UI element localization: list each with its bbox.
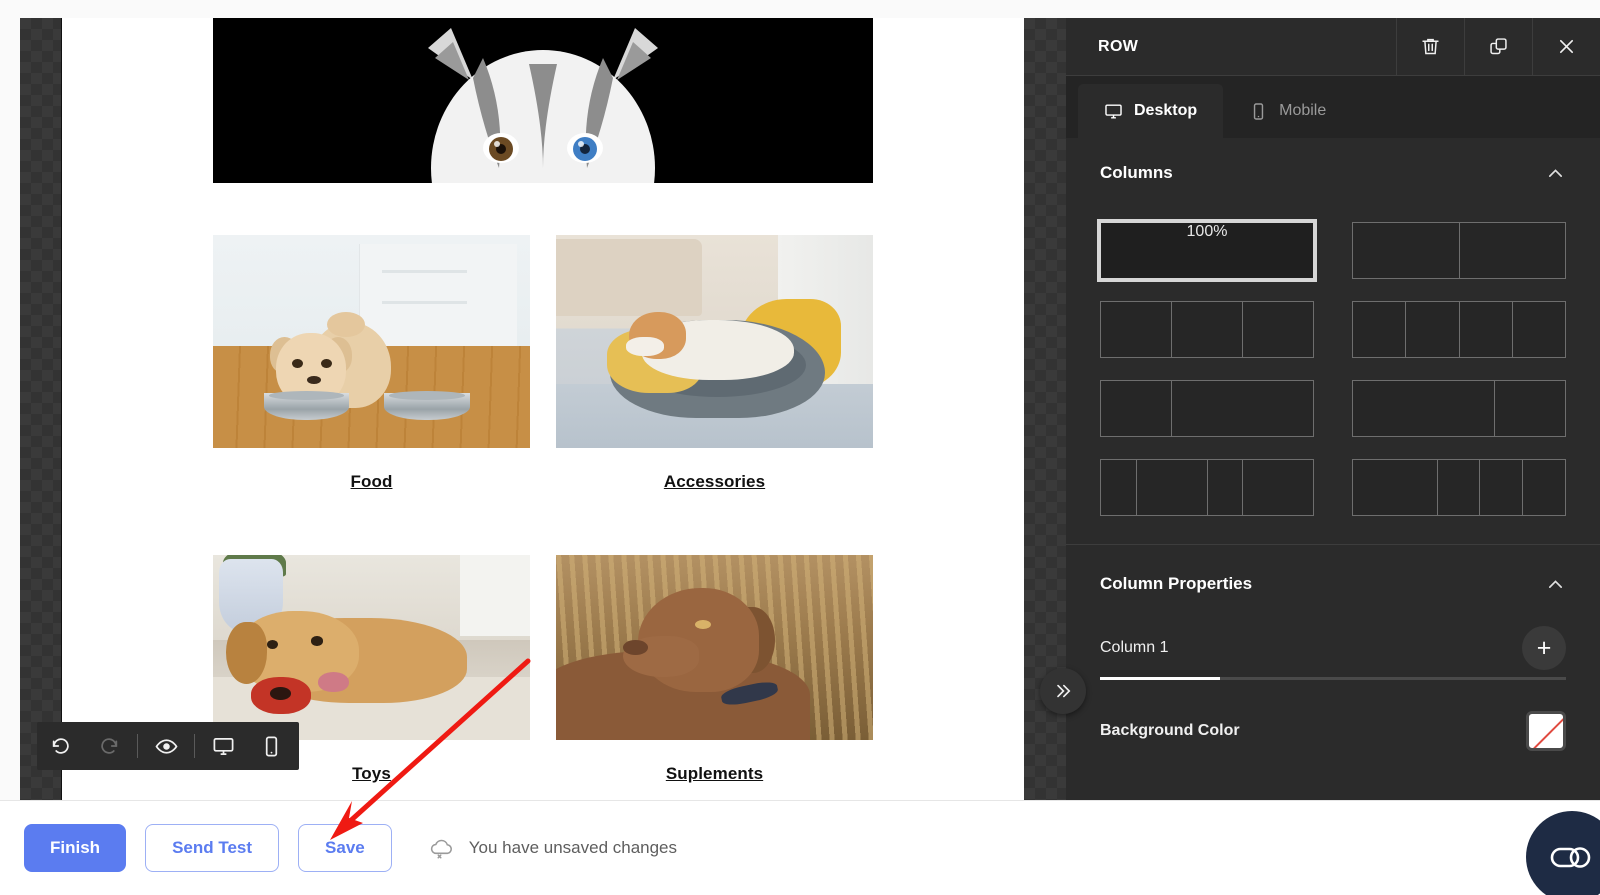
- tab-desktop[interactable]: Desktop: [1078, 84, 1224, 138]
- panel-tabs: Desktop Mobile: [1066, 76, 1600, 138]
- chevron-up-icon[interactable]: [1545, 574, 1566, 595]
- mobile-icon: [1253, 102, 1264, 120]
- editor-canvas: Food Accessories Toys Suplements: [0, 0, 1024, 800]
- column-option-four-col[interactable]: [1352, 301, 1566, 358]
- toolbar-divider-2: [194, 734, 195, 758]
- column-option-large-small-small-small[interactable]: [1352, 459, 1566, 516]
- category-label-food[interactable]: Food: [213, 472, 530, 492]
- duplicate-row-button[interactable]: [1464, 18, 1532, 75]
- redo-icon: [101, 738, 118, 754]
- column-tab-row: Column 1 +: [1100, 619, 1566, 677]
- column-option-two-thirds-one-third[interactable]: [1352, 380, 1566, 437]
- trash-icon: [1422, 38, 1439, 55]
- send-test-button[interactable]: Send Test: [145, 824, 280, 872]
- toolbar-divider-1: [137, 734, 138, 758]
- cloud-off-icon: [430, 839, 452, 859]
- category-image-accessories[interactable]: [556, 235, 873, 448]
- column-option-small-large-small-large[interactable]: [1100, 459, 1314, 516]
- column-option-one-col[interactable]: 100%: [1097, 219, 1317, 282]
- column-properties-title: Column Properties: [1100, 574, 1253, 593]
- desktop-icon: [213, 737, 233, 755]
- chevron-up-icon[interactable]: [1545, 163, 1566, 184]
- category-label-suplements[interactable]: Suplements: [556, 764, 873, 784]
- plus-icon: +: [1536, 633, 1552, 662]
- panel-header: ROW: [1066, 18, 1600, 76]
- save-status-text: You have unsaved changes: [468, 838, 678, 857]
- undo-icon: [52, 738, 69, 754]
- mobile-view-button[interactable]: [247, 722, 295, 770]
- category-cell-accessories: Accessories: [556, 235, 873, 492]
- duplicate-icon: [1490, 38, 1507, 55]
- save-button[interactable]: Save: [298, 824, 392, 872]
- desktop-icon: [1105, 103, 1122, 119]
- tab-desktop-label: Desktop: [1134, 102, 1198, 119]
- column-layout-options: 100%: [1097, 208, 1566, 544]
- tab-mobile[interactable]: Mobile: [1223, 84, 1352, 138]
- close-panel-button[interactable]: [1532, 18, 1600, 75]
- panel-title: ROW: [1098, 37, 1139, 55]
- bottom-action-bar: Finish Send Test Save You have unsaved c…: [0, 800, 1600, 895]
- banner-image[interactable]: [213, 18, 873, 183]
- chat-support-widget[interactable]: [1526, 811, 1600, 895]
- email-page: Food Accessories Toys Suplements: [62, 18, 1024, 800]
- background-color-label: Background Color: [1100, 722, 1240, 739]
- background-color-row: Background Color: [1100, 698, 1566, 764]
- column-tab-underline: [1100, 677, 1566, 680]
- undo-button[interactable]: [37, 722, 85, 770]
- column-option-label: 100%: [1186, 223, 1228, 240]
- collapse-sidebar-button[interactable]: [1040, 668, 1086, 714]
- background-color-swatch[interactable]: [1526, 711, 1566, 751]
- email-builder-app: Food Accessories Toys Suplements ROW Des…: [0, 0, 1600, 895]
- category-label-accessories[interactable]: Accessories: [556, 472, 873, 492]
- canvas-transparency-strip: [20, 18, 62, 800]
- columns-section-title: Columns: [1100, 163, 1173, 182]
- category-cell-food: Food: [213, 235, 530, 492]
- husky-illustration: [333, 18, 753, 183]
- chevron-double-right-icon: [1057, 684, 1071, 698]
- save-status: You have unsaved changes: [429, 836, 677, 860]
- finish-button[interactable]: Finish: [24, 824, 127, 872]
- canvas-floating-toolbar: [37, 722, 299, 770]
- column-option-two-col[interactable]: [1352, 222, 1566, 279]
- row-settings-panel: ROW Desktop Mobile Columns 100% Column P…: [1024, 18, 1600, 800]
- desktop-view-button[interactable]: [199, 722, 247, 770]
- eye-icon: [155, 738, 177, 754]
- columns-section: Columns 100%: [1066, 138, 1600, 544]
- category-image-toys[interactable]: [213, 555, 530, 740]
- columns-section-header[interactable]: Columns: [1100, 138, 1566, 208]
- preview-button[interactable]: [142, 722, 190, 770]
- redo-button[interactable]: [85, 722, 133, 770]
- category-cell-suplements: Suplements: [556, 555, 873, 784]
- column-option-three-col[interactable]: [1100, 301, 1314, 358]
- column-properties-section: Column Properties Column 1 + Background …: [1066, 545, 1600, 764]
- add-column-button[interactable]: +: [1522, 626, 1566, 670]
- tab-mobile-label: Mobile: [1279, 102, 1327, 119]
- column-option-one-third-two-thirds[interactable]: [1100, 380, 1314, 437]
- column-tab-column-1[interactable]: Column 1: [1100, 639, 1168, 657]
- category-image-food[interactable]: [213, 235, 530, 448]
- delete-row-button[interactable]: [1396, 18, 1464, 75]
- close-icon: [1559, 39, 1574, 54]
- panel-content: ROW Desktop Mobile Columns 100% Column P…: [1066, 18, 1600, 800]
- category-image-suplements[interactable]: [556, 555, 873, 740]
- mobile-icon: [265, 736, 277, 756]
- chat-widget-logo-icon: [1550, 847, 1591, 868]
- column-properties-header[interactable]: Column Properties: [1100, 549, 1566, 619]
